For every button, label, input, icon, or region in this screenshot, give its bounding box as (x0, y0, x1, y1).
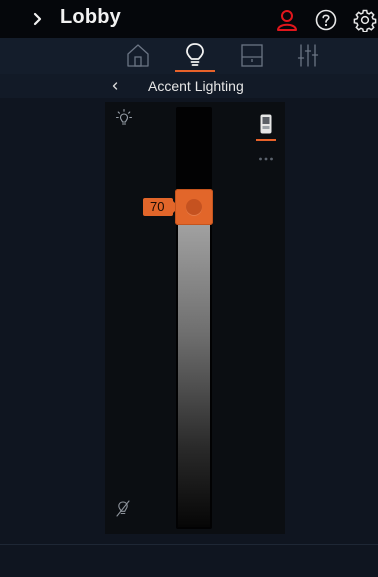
shade-icon (241, 44, 263, 67)
home-icon (127, 44, 149, 67)
gear-icon[interactable] (353, 8, 377, 32)
more-icon[interactable] (258, 155, 274, 163)
keypad-icon[interactable] (259, 113, 273, 135)
active-tab-indicator (175, 70, 215, 72)
tab-bar (0, 38, 378, 74)
light-on-icon[interactable] (115, 108, 133, 128)
tab-home[interactable] (118, 40, 158, 74)
tab-audio[interactable] (288, 40, 328, 74)
room-title[interactable]: Lobby (60, 6, 121, 29)
tab-lighting[interactable] (175, 40, 215, 74)
help-icon[interactable] (314, 8, 338, 32)
chevron-right-icon[interactable] (30, 8, 46, 30)
dimmer-knob (186, 199, 202, 215)
user-icon[interactable] (275, 8, 299, 32)
dimmer-level-badge: 70 (143, 198, 179, 216)
dimmer-fill (178, 207, 210, 527)
equalizer-icon (297, 44, 319, 67)
tab-shades[interactable] (232, 40, 272, 74)
lightbulb-icon (186, 43, 204, 66)
chevron-left-icon[interactable] (108, 79, 122, 93)
breadcrumb: Accent Lighting (0, 74, 378, 98)
dimmer-handle[interactable] (175, 189, 213, 225)
light-off-icon[interactable] (115, 500, 131, 518)
page-title: Accent Lighting (148, 78, 244, 94)
top-bar: Lobby (0, 0, 378, 38)
footer-bar (0, 545, 378, 577)
device-tab-indicator (256, 139, 276, 141)
